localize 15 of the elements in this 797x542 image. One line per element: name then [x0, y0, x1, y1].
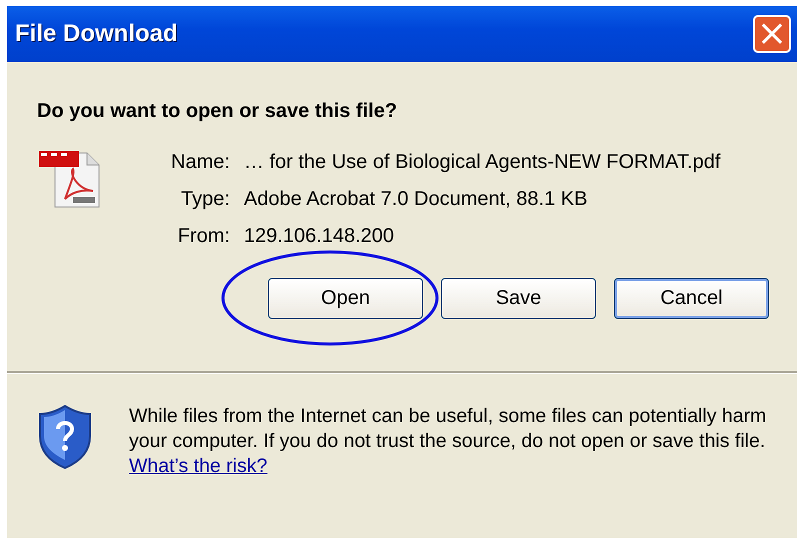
field-label: Name:	[171, 151, 230, 174]
shield-question-icon	[37, 404, 93, 470]
dialog-button[interactable]: Cancel	[614, 278, 769, 319]
field-label: From:	[176, 225, 230, 248]
dialog-button[interactable]: Open	[268, 278, 423, 319]
warning-text: While files from the Internet can be useful, some files can potentially harm your computer. If you do not trust the source, do not open or save this file. What’s the risk?	[129, 404, 768, 479]
field-value: … for the Use of Biological Agents-NEW FORMAT.pdf	[244, 151, 720, 174]
risk-link[interactable]: What’s the risk?	[129, 455, 268, 477]
field-label: Type:	[180, 188, 230, 211]
field-value: 129.106.148.200	[244, 225, 396, 248]
field-value: Adobe Acrobat 7.0 Document, 88.1 KB	[244, 188, 588, 211]
window-title: File Download	[15, 20, 178, 48]
dialog-question: Do you want to open or save this file?	[36, 99, 398, 123]
dialog-button[interactable]: Save	[441, 278, 596, 319]
close-button[interactable]: ×	[753, 15, 791, 53]
